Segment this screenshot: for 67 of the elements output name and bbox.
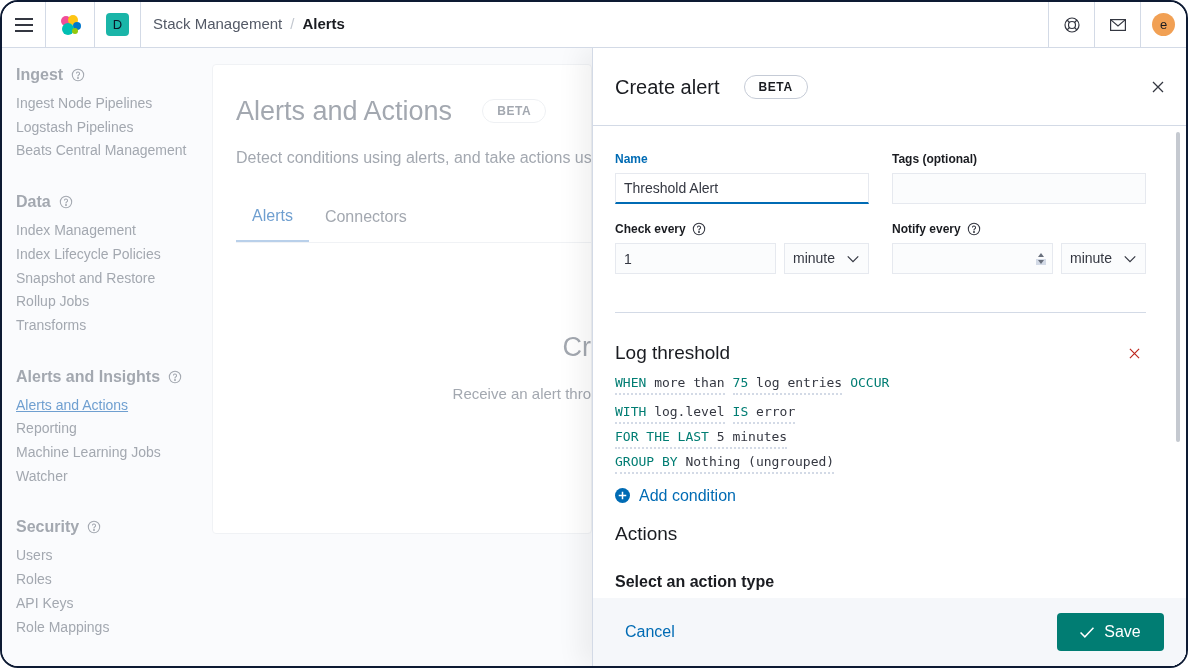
- breadcrumb[interactable]: Alerts: [302, 13, 345, 36]
- field-label: Check every: [615, 221, 686, 238]
- sidebar-item[interactable]: Index Lifecycle Policies: [16, 242, 212, 267]
- sidebar-item[interactable]: API Keys: [16, 591, 212, 616]
- sidebar-item[interactable]: Role Mappings: [16, 615, 212, 640]
- expression-clause[interactable]: WHEN more than: [615, 373, 725, 395]
- sidebar-item[interactable]: Snapshot and Restore: [16, 266, 212, 291]
- unit-select[interactable]: minute: [784, 243, 869, 274]
- empty-state-text: Receive an alert thro: [452, 384, 591, 404]
- page-title: Alerts and Actions: [236, 95, 453, 128]
- sidebar-section-title: Data: [16, 192, 51, 213]
- page-description: Detect conditions using alerts, and take actions us: [236, 147, 591, 168]
- interval-field[interactable]: [892, 243, 1053, 274]
- expression-clause[interactable]: IS error: [732, 402, 796, 424]
- expression-clause[interactable]: GROUP BY Nothing (ungrouped): [615, 452, 835, 474]
- sidebar-section-title: Alerts and Insights: [16, 366, 161, 387]
- breadcrumb[interactable]: Stack Management: [153, 13, 283, 36]
- sidebar-item[interactable]: Watcher: [16, 464, 212, 489]
- sidebar-item[interactable]: Logstash Pipelines: [16, 115, 212, 140]
- menu-icon[interactable]: [14, 17, 33, 32]
- actions-title: Actions: [615, 521, 679, 546]
- plus-circle-icon: [615, 488, 630, 503]
- sidebar-item[interactable]: Roles: [16, 568, 212, 592]
- save-button[interactable]: Save: [1057, 613, 1164, 651]
- scrollbar[interactable]: [1176, 132, 1180, 442]
- tags-field[interactable]: [892, 173, 1146, 204]
- help-ring-icon[interactable]: [1063, 16, 1080, 33]
- check-icon: [1080, 626, 1095, 638]
- flyout-title: Create alert: [615, 74, 720, 100]
- field-label: Name: [615, 151, 649, 168]
- field-label: Tags (optional): [892, 151, 979, 168]
- help-icon[interactable]: [966, 222, 981, 236]
- sidebar-item[interactable]: Ingest Node Pipelines: [16, 92, 212, 116]
- empty-state-title: Cr: [562, 330, 591, 364]
- breadcrumb-separator: /: [290, 14, 295, 35]
- mail-icon[interactable]: [1109, 18, 1126, 31]
- sidebar-item[interactable]: Rollup Jobs: [16, 290, 212, 314]
- expression-keyword: OCCUR: [850, 373, 890, 392]
- sidebar-item[interactable]: Machine Learning Jobs: [16, 441, 212, 465]
- expression-clause[interactable]: FOR THE LAST 5 minutes: [615, 427, 788, 449]
- tab[interactable]: Connectors: [308, 203, 423, 242]
- interval-field[interactable]: 1: [615, 243, 776, 274]
- add-condition-button[interactable]: Add condition: [615, 483, 736, 508]
- user-avatar[interactable]: e: [1152, 13, 1175, 36]
- alert-type-title: Log threshold: [615, 341, 731, 365]
- space-avatar[interactable]: D: [106, 13, 129, 36]
- close-icon[interactable]: [1152, 80, 1164, 93]
- field-label: Notify every: [892, 221, 961, 238]
- close-icon[interactable]: [1129, 347, 1140, 359]
- sidebar-item[interactable]: Alerts and Actions: [16, 393, 212, 418]
- sidebar-section-title: Ingest: [16, 65, 64, 85]
- sidebar-item[interactable]: Index Management: [16, 219, 212, 243]
- expression-clause[interactable]: 75 log entries: [732, 373, 843, 395]
- sidebar-item[interactable]: Transforms: [16, 313, 212, 338]
- sidebar-item[interactable]: Reporting: [16, 417, 212, 442]
- help-icon[interactable]: [691, 222, 706, 236]
- sidebar-item[interactable]: Users: [16, 544, 212, 569]
- spinner-icon: [1036, 251, 1046, 266]
- unit-select[interactable]: minute: [1061, 243, 1146, 274]
- sidebar-section-title: Security: [16, 517, 80, 538]
- tab[interactable]: Alerts: [236, 203, 309, 242]
- action-type-label: Select an action type: [615, 572, 776, 592]
- logo-icon[interactable]: [58, 13, 82, 36]
- name-field[interactable]: Threshold Alert: [615, 173, 869, 204]
- expression-clause[interactable]: WITH log.level: [615, 402, 725, 424]
- sidebar-item[interactable]: Beats Central Management: [16, 139, 212, 164]
- cancel-button[interactable]: Cancel: [625, 620, 675, 644]
